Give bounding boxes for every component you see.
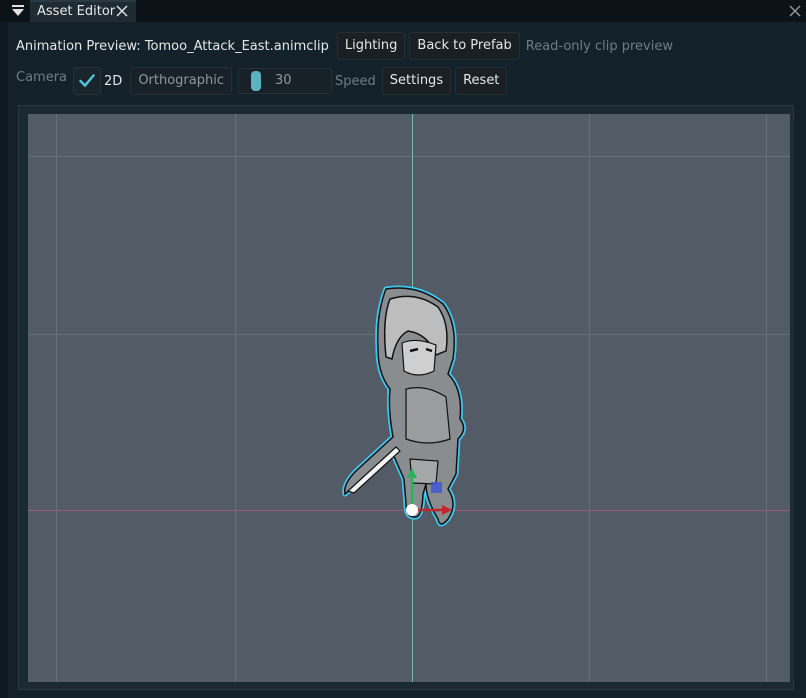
- settings-button[interactable]: Settings: [381, 67, 452, 95]
- grid-line: [56, 114, 57, 682]
- viewport-scrollbar[interactable]: [790, 120, 794, 680]
- preview-toolbar: Animation Preview: Tomoo_Attack_East.ani…: [8, 31, 673, 61]
- grid-line: [589, 114, 590, 682]
- camera-toolbar: Camera 2D Orthographic 30 Speed Settings…: [8, 66, 508, 96]
- tab-asset-editor[interactable]: Asset Editor: [30, 0, 136, 22]
- speed-drag-handle[interactable]: [251, 71, 261, 91]
- reset-button[interactable]: Reset: [455, 67, 508, 95]
- speed-label: Speed: [335, 73, 376, 89]
- grid-line: [235, 114, 236, 682]
- toggle-2d-checkbox[interactable]: [73, 67, 102, 95]
- orthographic-button[interactable]: Orthographic: [130, 67, 232, 95]
- character-sprite[interactable]: [298, 279, 498, 539]
- grid-line: [766, 114, 767, 682]
- transform-gizmo[interactable]: [400, 464, 460, 524]
- tab-bar: Asset Editor: [0, 0, 806, 22]
- tab-title: Asset Editor: [37, 4, 116, 19]
- checkmark-icon: [79, 74, 95, 88]
- grid-line: [28, 156, 790, 157]
- preview-title: Animation Preview: Tomoo_Attack_East.ani…: [16, 38, 329, 54]
- speed-input[interactable]: 30: [238, 68, 332, 94]
- toggle-2d-label: 2D: [104, 73, 123, 89]
- tab-menu-icon[interactable]: [11, 4, 25, 18]
- close-icon[interactable]: [116, 5, 128, 17]
- window-close-icon[interactable]: [788, 4, 802, 18]
- lighting-button[interactable]: Lighting: [336, 32, 406, 60]
- camera-label: Camera: [16, 69, 68, 85]
- back-to-prefab-button[interactable]: Back to Prefab: [409, 32, 520, 60]
- scene-viewport[interactable]: [28, 114, 790, 682]
- speed-value: 30: [275, 73, 292, 88]
- readonly-note: Read-only clip preview: [525, 38, 673, 54]
